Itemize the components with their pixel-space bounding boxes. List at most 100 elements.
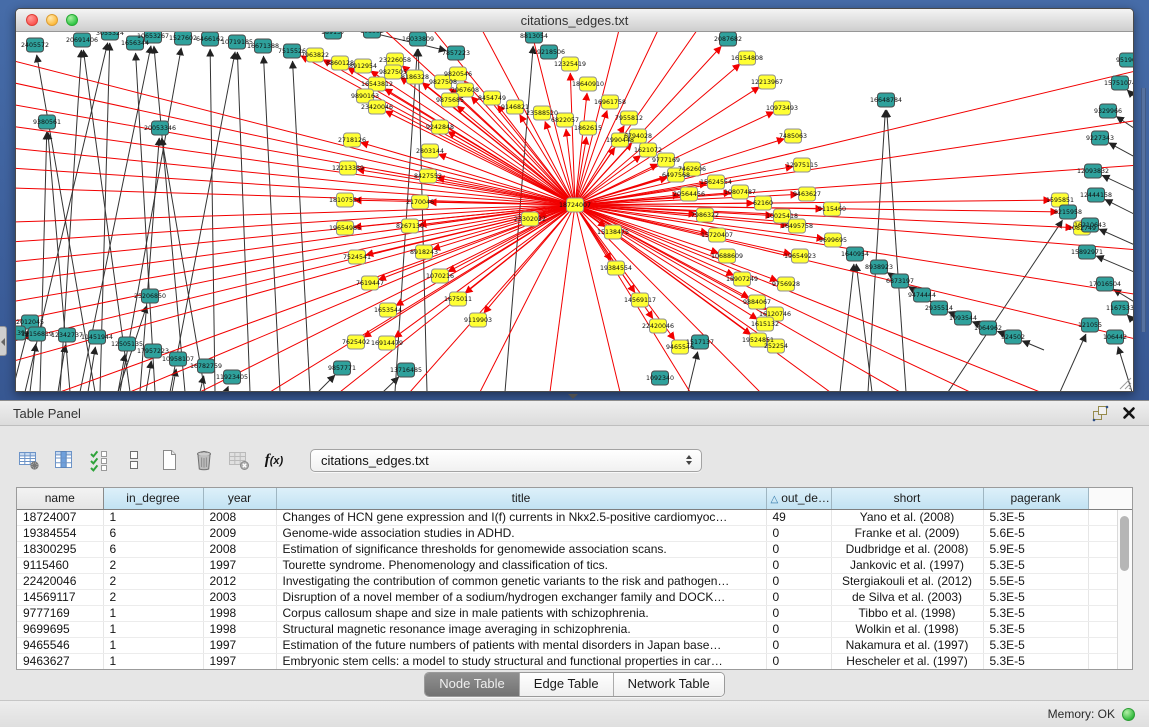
table-cell[interactable]: Changes of HCN gene expression and I(f) … xyxy=(276,509,766,525)
table-cell[interactable]: 1 xyxy=(103,621,203,637)
graph-edge[interactable] xyxy=(1060,334,1086,391)
graph-edge[interactable] xyxy=(200,205,575,391)
graph-edge[interactable] xyxy=(688,352,698,391)
table-cell[interactable]: 1 xyxy=(103,605,203,621)
graph-edge[interactable] xyxy=(410,205,575,391)
graph-edge[interactable] xyxy=(146,361,151,391)
graph-edge[interactable] xyxy=(1105,199,1133,220)
column-header-title[interactable]: title xyxy=(276,488,766,509)
table-cell[interactable]: 2009 xyxy=(203,525,276,541)
table-cell[interactable]: 0 xyxy=(766,653,831,669)
table-cell[interactable]: 6 xyxy=(103,541,203,557)
graph-edge[interactable] xyxy=(58,345,65,391)
table-cell[interactable]: 49 xyxy=(766,509,831,525)
table-cell[interactable]: 5.3E-5 xyxy=(983,605,1088,621)
graph-edge[interactable] xyxy=(887,110,906,391)
graph-edge[interactable] xyxy=(383,377,399,391)
graph-edge[interactable] xyxy=(16,60,575,205)
table-cell[interactable]: 2012 xyxy=(203,573,276,589)
table-settings-button[interactable] xyxy=(16,447,42,473)
table-cell[interactable]: Investigating the contribution of common… xyxy=(276,573,766,589)
column-header-short[interactable]: short xyxy=(831,488,983,509)
graph-edge[interactable] xyxy=(318,375,335,391)
graph-edge[interactable] xyxy=(840,264,854,391)
table-cell[interactable]: 1998 xyxy=(203,621,276,637)
table-scrollbar[interactable] xyxy=(1117,510,1132,669)
table-cell[interactable]: 2008 xyxy=(203,509,276,525)
table-row[interactable]: 911546021997Tourette syndrome. Phenomeno… xyxy=(17,557,1132,573)
graph-edge[interactable] xyxy=(210,49,215,391)
table-cell[interactable]: 2003 xyxy=(203,589,276,605)
table-row[interactable]: 946362711997Embryonic stem cells: a mode… xyxy=(17,653,1132,669)
table-cell[interactable]: 9115460 xyxy=(17,557,103,573)
table-cell[interactable]: 1997 xyxy=(203,557,276,573)
table-cell[interactable]: 1 xyxy=(103,637,203,653)
table-cell[interactable]: 5.3E-5 xyxy=(983,557,1088,573)
table-cell[interactable]: 0 xyxy=(766,573,831,589)
table-cell[interactable]: 5.3E-5 xyxy=(983,509,1088,525)
table-row[interactable]: 1830029562008Estimation of significance … xyxy=(17,541,1132,557)
table-cell[interactable]: 19384554 xyxy=(17,525,103,541)
table-cell[interactable]: Disruption of a novel member of a sodium… xyxy=(276,589,766,605)
zoom-window-button[interactable] xyxy=(66,14,78,26)
table-cell[interactable]: 5.3E-5 xyxy=(983,589,1088,605)
table-cell[interactable]: 1997 xyxy=(203,653,276,669)
network-view-canvas[interactable]: 7963822886012889129542322605898275051654… xyxy=(16,32,1133,391)
minimize-window-button[interactable] xyxy=(46,14,58,26)
table-cell[interactable]: 2 xyxy=(103,557,203,573)
tab-edge-table[interactable]: Edge Table xyxy=(519,673,613,696)
table-cell[interactable]: 5.9E-5 xyxy=(983,541,1088,557)
column-visibility-button[interactable] xyxy=(51,447,77,473)
select-all-rows-button[interactable] xyxy=(86,447,112,473)
table-cell[interactable]: Estimation of significance thresholds fo… xyxy=(276,541,766,557)
table-cell[interactable]: 22420046 xyxy=(17,573,103,589)
table-cell[interactable]: Genome-wide association studies in ADHD. xyxy=(276,525,766,541)
table-cell[interactable]: Estimation of the future numbers of pati… xyxy=(276,637,766,653)
network-window-titlebar[interactable]: citations_edges.txt xyxy=(16,9,1133,32)
table-cell[interactable]: 5.6E-5 xyxy=(983,525,1088,541)
function-builder-button[interactable]: f(x) xyxy=(261,447,287,473)
table-cell[interactable]: 1 xyxy=(103,653,203,669)
table-cell[interactable]: Dudbridge et al. (2008) xyxy=(831,541,983,557)
network-graph[interactable]: 7963822886012889129542322605898275051654… xyxy=(16,32,1133,391)
table-cell[interactable]: 14569117 xyxy=(17,589,103,605)
table-cell[interactable]: de Silva et al. (2003) xyxy=(831,589,983,605)
graph-edge[interactable] xyxy=(226,386,228,391)
graph-edge[interactable] xyxy=(263,56,280,391)
table-cell[interactable]: Wolkin et al. (1998) xyxy=(831,621,983,637)
column-header-in_degree[interactable]: in_degree xyxy=(103,488,203,509)
table-cell[interactable]: Structural magnetic resonance image aver… xyxy=(276,621,766,637)
table-cell[interactable]: Hescheler et al. (1997) xyxy=(831,653,983,669)
window-resize-grip[interactable] xyxy=(1118,376,1132,390)
delete-attribute-button[interactable] xyxy=(191,447,217,473)
column-header-year[interactable]: year xyxy=(203,488,276,509)
graph-edge[interactable] xyxy=(88,347,95,391)
table-cell[interactable]: 9465546 xyxy=(17,637,103,653)
table-cell[interactable]: 0 xyxy=(766,637,831,653)
table-row[interactable]: 946554611997Estimation of the future num… xyxy=(17,637,1132,653)
graph-edge[interactable] xyxy=(550,205,575,391)
table-row[interactable]: 977716911998Corpus callosum shape and si… xyxy=(17,605,1132,621)
table-row[interactable]: 1938455462009Genome-wide association stu… xyxy=(17,525,1132,541)
close-panel-icon[interactable] xyxy=(1122,406,1136,420)
column-header-out_degree[interactable]: △out_de… xyxy=(766,488,831,509)
table-cell[interactable]: 2008 xyxy=(203,541,276,557)
graph-edge[interactable] xyxy=(868,110,885,391)
table-cell[interactable]: 5.3E-5 xyxy=(983,621,1088,637)
graph-edge[interactable] xyxy=(948,220,1062,391)
table-selector-dropdown[interactable]: citations_edges.txt xyxy=(310,449,702,472)
table-cell[interactable]: Tourette syndrome. Phenomenology and cla… xyxy=(276,557,766,573)
table-cell[interactable]: 9463627 xyxy=(17,653,103,669)
table-row[interactable]: 1872400712008Changes of HCN gene express… xyxy=(17,509,1132,525)
table-row[interactable]: 969969511998Structural magnetic resonanc… xyxy=(17,621,1132,637)
graph-edge[interactable] xyxy=(575,32,620,205)
table-cell[interactable]: 1997 xyxy=(203,637,276,653)
table-cell[interactable]: Corpus callosum shape and size in male p… xyxy=(276,605,766,621)
graph-edge[interactable] xyxy=(237,52,250,391)
graph-edge[interactable] xyxy=(16,205,575,282)
table-row[interactable]: 1456911722003Disruption of a novel membe… xyxy=(17,589,1132,605)
close-window-button[interactable] xyxy=(26,14,38,26)
table-cell[interactable]: 2 xyxy=(103,589,203,605)
table-cell[interactable]: 0 xyxy=(766,621,831,637)
table-cell[interactable]: 0 xyxy=(766,525,831,541)
